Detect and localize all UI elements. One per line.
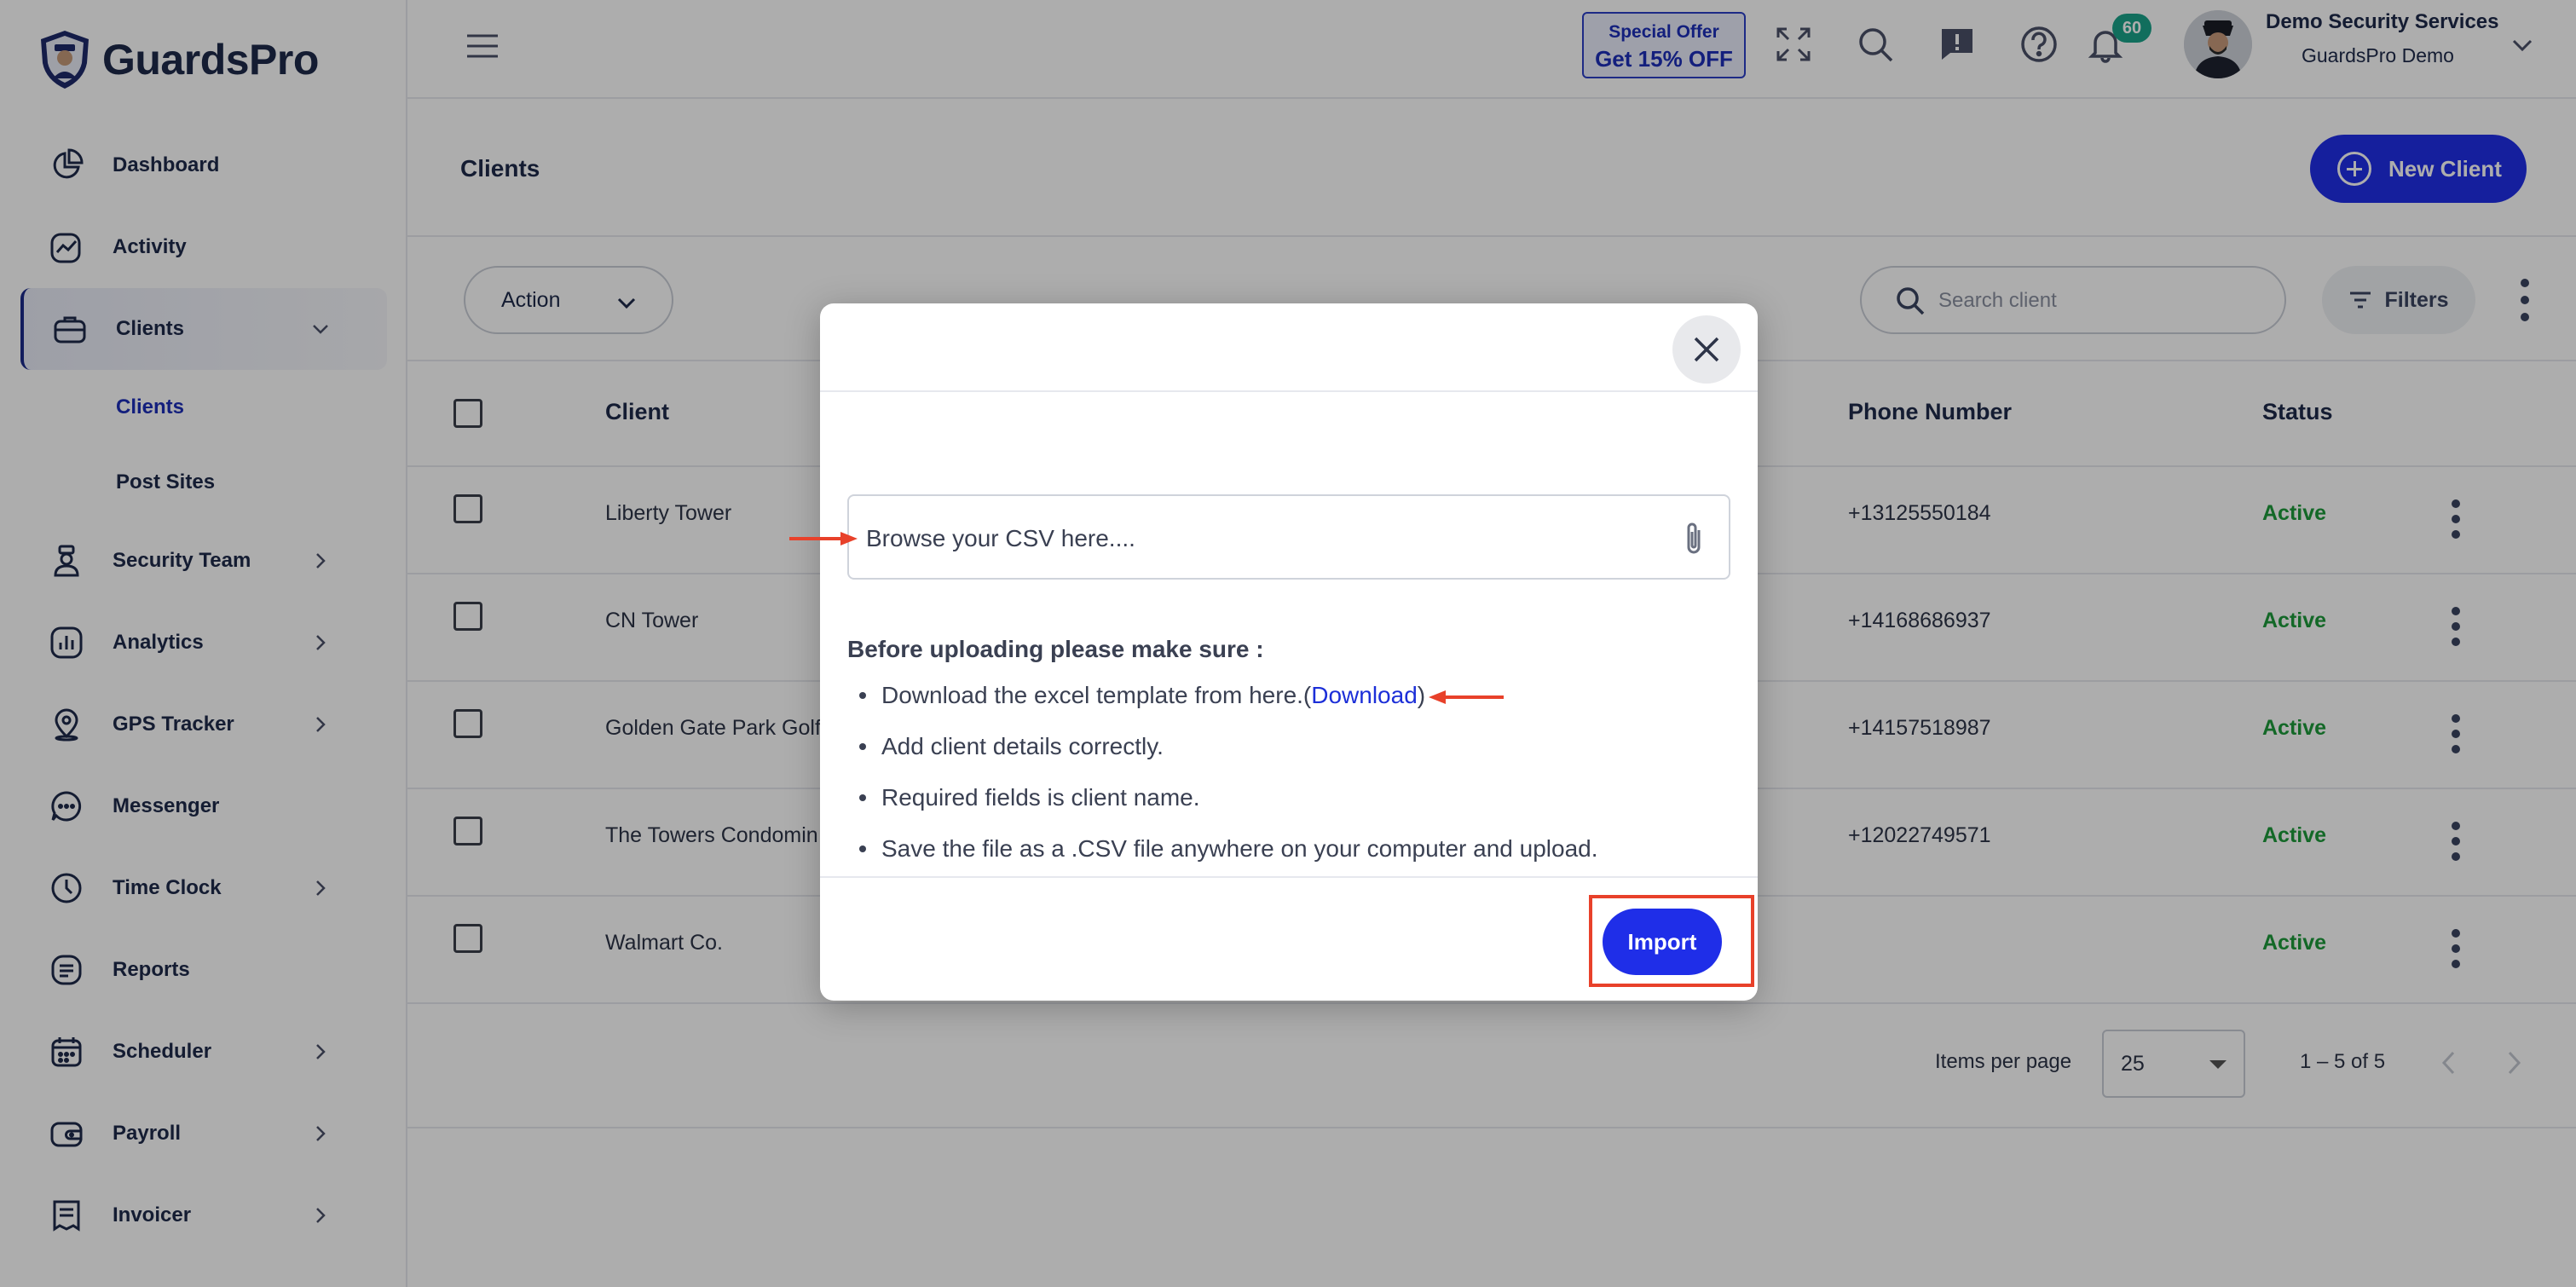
instructions-title: Before uploading please make sure :	[847, 636, 1264, 662]
csv-file-input[interactable]: Browse your CSV here....	[789, 494, 1730, 580]
annotation-arrow-icon	[1429, 690, 1505, 704]
paperclip-icon	[1687, 522, 1701, 554]
import-csv-modal: Browse your CSV here.... Before uploadin…	[789, 303, 1758, 1001]
close-icon	[1694, 337, 1719, 362]
list-item: Required fields is client name.	[847, 781, 1700, 832]
close-button[interactable]	[1672, 315, 1741, 384]
annotation-arrow-icon	[789, 532, 858, 545]
instructions-list: Download the excel template from here.(D…	[847, 678, 1700, 883]
instruction-text-close: )	[1417, 682, 1426, 708]
modal-footer: Import	[820, 876, 1758, 1001]
import-button[interactable]: Import	[1603, 909, 1722, 975]
list-item: Download the excel template from here.(D…	[847, 678, 1700, 730]
download-template-link[interactable]: Download	[1311, 682, 1418, 708]
list-item: Add client details correctly.	[847, 730, 1700, 781]
csv-file-placeholder: Browse your CSV here....	[866, 525, 1135, 551]
list-item: Save the file as a .CSV file anywhere on…	[847, 832, 1700, 883]
annotation-highlight-box: Import	[1589, 895, 1754, 987]
modal-header	[820, 303, 1758, 392]
instruction-text: Download the excel template from here.(	[881, 682, 1312, 708]
